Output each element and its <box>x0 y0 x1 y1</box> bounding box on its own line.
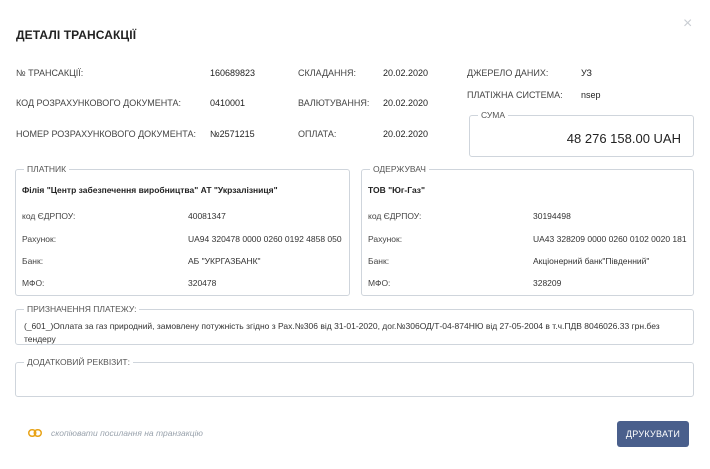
payer-legend: ПЛАТНИК <box>24 164 70 174</box>
sum-label: СУМА <box>478 110 509 120</box>
close-icon[interactable]: × <box>683 16 692 32</box>
payee-mfo-value: 328209 <box>533 278 562 288</box>
payment-purpose-text: (_601_)Оплата за газ природний, замовлен… <box>24 321 660 344</box>
print-button[interactable]: ДРУКУВАТИ <box>617 421 689 447</box>
doc-code-value: 0410001 <box>210 98 246 108</box>
source-value: УЗ <box>581 68 592 78</box>
payer-account-label: Рахунок: <box>22 234 57 244</box>
copy-link-label: скопіювати посилання на транзакцію <box>51 428 203 438</box>
copy-link-button[interactable]: скопіювати посилання на транзакцію <box>28 428 203 438</box>
payer-bank-label: Банк: <box>22 256 44 266</box>
payee-account-value: UA43 328209 0000 0260 0102 0020 181 <box>533 234 687 244</box>
payment-system-label: ПЛАТІЖНА СИСТЕМА: <box>467 90 563 100</box>
payee-mfo-label: МФО: <box>368 278 391 288</box>
payee-name: ТОВ "Юг-Газ" <box>368 185 426 195</box>
payee-bank-label: Банк: <box>368 256 390 266</box>
payer-mfo-value: 320478 <box>188 278 217 288</box>
transaction-no-value: 160689823 <box>210 68 256 78</box>
compose-label: СКЛАДАННЯ: <box>298 68 357 78</box>
doc-no-value: №2571215 <box>210 129 255 139</box>
payee-edrpou-label: код ЄДРПОУ: <box>368 211 422 221</box>
valuation-label: ВАЛЮТУВАННЯ: <box>298 98 370 108</box>
doc-no-label: НОМЕР РОЗРАХУНКОВОГО ДОКУМЕНТА: <box>16 129 196 139</box>
payment-purpose-legend: ПРИЗНАЧЕННЯ ПЛАТЕЖУ: <box>24 304 140 314</box>
payment-value: 20.02.2020 <box>383 129 429 139</box>
payee-legend: ОДЕРЖУВАЧ <box>370 164 429 174</box>
payer-edrpou-label: код ЄДРПОУ: <box>22 211 76 221</box>
payer-section: ПЛАТНИК Філія "Центр забезпечення виробн… <box>15 164 350 296</box>
additional-requisite-section: ДОДАТКОВИЙ РЕКВІЗИТ: <box>15 357 694 397</box>
payer-mfo-label: МФО: <box>22 278 45 288</box>
payer-name: Філія "Центр забезпечення виробництва" А… <box>22 185 278 195</box>
valuation-value: 20.02.2020 <box>383 98 429 108</box>
sum-box: СУМА 48 276 158.00 UAH <box>469 110 694 157</box>
payee-section: ОДЕРЖУВАЧ ТОВ "Юг-Газ" код ЄДРПОУ: 30194… <box>361 164 694 296</box>
payment-purpose-section: ПРИЗНАЧЕННЯ ПЛАТЕЖУ: (_601_)Оплата за га… <box>15 304 694 345</box>
transaction-details-modal: ДЕТАЛІ ТРАНСАКЦІЇ × № ТРАНСАКЦІЇ: 160689… <box>0 0 710 469</box>
payee-edrpou-value: 30194498 <box>533 211 571 221</box>
source-label: ДЖЕРЕЛО ДАНИХ: <box>467 68 549 78</box>
payee-bank-value: Акціонерний банк"Південний" <box>533 256 650 266</box>
payment-system-value: nsep <box>581 90 601 100</box>
doc-code-label: КОД РОЗРАХУНКОВОГО ДОКУМЕНТА: <box>16 98 181 108</box>
payee-account-label: Рахунок: <box>368 234 403 244</box>
payer-bank-value: АБ "УКРГАЗБАНК" <box>188 256 261 266</box>
additional-requisite-legend: ДОДАТКОВИЙ РЕКВІЗИТ: <box>24 357 133 367</box>
sum-value: 48 276 158.00 UAH <box>566 131 681 146</box>
modal-title: ДЕТАЛІ ТРАНСАКЦІЇ <box>16 28 137 42</box>
payment-label: ОПЛАТА: <box>298 129 337 139</box>
payer-account-value: UA94 320478 0000 0260 0192 4858 050 <box>188 234 342 244</box>
transaction-no-label: № ТРАНСАКЦІЇ: <box>16 68 84 78</box>
payer-edrpou-value: 40081347 <box>188 211 226 221</box>
compose-value: 20.02.2020 <box>383 68 429 78</box>
link-icon <box>28 429 42 437</box>
